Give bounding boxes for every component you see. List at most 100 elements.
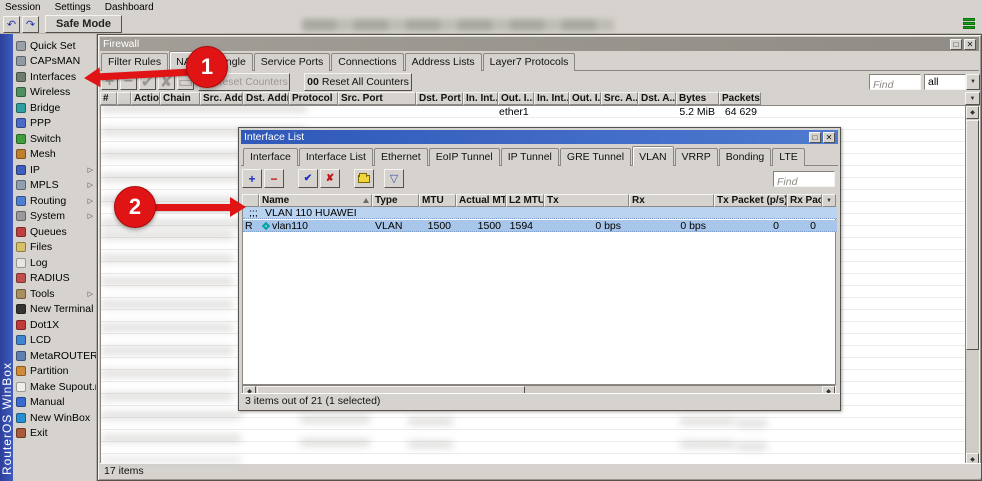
column-header-out-interface-list[interactable]: Out. I...	[569, 92, 601, 105]
column-header-bytes[interactable]: Bytes	[676, 92, 719, 105]
sidebar-item-metarouter[interactable]: MetaROUTER	[13, 348, 96, 364]
undo-button[interactable]: ↶	[3, 16, 20, 33]
firewall-titlebar[interactable]: Firewall □ ✕	[100, 37, 979, 51]
column-header-out-interface[interactable]: Out. I...	[498, 92, 534, 105]
sidebar-item-tools[interactable]: Tools▷	[13, 286, 96, 302]
column-header-packets[interactable]: Packets	[719, 92, 761, 105]
manual-icon	[16, 397, 26, 407]
sidebar-item-switch[interactable]: Switch	[13, 131, 96, 147]
fw-scrollbar-thumb[interactable]	[966, 120, 979, 350]
tab-eoip-tunnel[interactable]: EoIP Tunnel	[429, 148, 500, 166]
il-enable-button[interactable]: ✔	[298, 169, 318, 188]
firewall-window-title: Firewall	[103, 38, 139, 50]
vlan110-row[interactable]: R vlan110 VLAN 1500 1500 1594 0 bps 0 bp…	[243, 220, 837, 232]
il-add-button[interactable]: +	[242, 169, 262, 188]
tab-bonding[interactable]: Bonding	[719, 148, 772, 166]
il-disable-button[interactable]: ✘	[320, 169, 340, 188]
sidebar-item-files[interactable]: Files	[13, 240, 96, 256]
column-header-src-address[interactable]: Src. Address	[200, 92, 243, 105]
sidebar-item-partition[interactable]: Partition	[13, 364, 96, 380]
plus-icon: +	[248, 172, 255, 186]
routeros-winbox-brand: RouterOS WinBox	[0, 362, 13, 475]
interface-list-close-button[interactable]: ✕	[823, 132, 835, 143]
interface-list-restore-button[interactable]: □	[809, 132, 821, 143]
column-header-rx-packet[interactable]: Rx Pack	[787, 194, 822, 207]
column-header-tx[interactable]: Tx	[544, 194, 629, 207]
safe-mode-button[interactable]: Safe Mode	[45, 15, 122, 33]
fw-column-picker-button[interactable]: ▼	[965, 92, 980, 105]
scroll-up-icon[interactable]: ◆	[966, 106, 979, 119]
vlan-comment-row[interactable]: ;;; VLAN 110 HUAWEI	[243, 207, 837, 219]
il-comment-button[interactable]	[354, 169, 374, 188]
tab-gre-tunnel[interactable]: GRE Tunnel	[560, 148, 631, 166]
sidebar-item-radius[interactable]: RADIUS	[13, 271, 96, 287]
sidebar-item-make-supout[interactable]: Make Supout.rif	[13, 379, 96, 395]
sidebar-item-ppp[interactable]: PPP	[13, 116, 96, 132]
sidebar-item-mesh[interactable]: Mesh	[13, 147, 96, 163]
tab-layer7-protocols[interactable]: Layer7 Protocols	[483, 53, 576, 71]
tab-interface-list[interactable]: Interface List	[299, 148, 373, 166]
fw-find-input[interactable]	[870, 77, 920, 93]
menu-dashboard[interactable]: Dashboard	[105, 2, 154, 13]
tx-cell: 0 bps	[545, 220, 623, 232]
il-header-row: Name Type MTU Actual MTU L2 MTU Tx Rx Tx…	[242, 194, 836, 207]
sidebar-item-log[interactable]: Log	[13, 255, 96, 271]
column-header-actual-mtu[interactable]: Actual MTU	[456, 194, 506, 207]
sidebar-item-ip[interactable]: IP▷	[13, 162, 96, 178]
sidebar-item-routing[interactable]: Routing▷	[13, 193, 96, 209]
column-header-dst-address[interactable]: Dst. Address	[243, 92, 289, 105]
column-header-name[interactable]: Name	[259, 194, 372, 207]
column-header-tx-packet[interactable]: Tx Packet (p/s)	[714, 194, 787, 207]
column-header-l2-mtu[interactable]: L2 MTU	[506, 194, 544, 207]
il-list-body[interactable]: ;;; VLAN 110 HUAWEI R vlan110 VLAN 1500 …	[242, 207, 836, 385]
tab-vlan[interactable]: VLAN	[632, 146, 673, 166]
column-header-protocol[interactable]: Protocol	[289, 92, 338, 105]
il-column-picker-button[interactable]: ▼	[822, 194, 836, 207]
reset-all-counters-button[interactable]: 00Reset All Counters	[304, 73, 412, 91]
sidebar-item-new-terminal[interactable]: New Terminal	[13, 302, 96, 318]
menu-session[interactable]: Session	[5, 2, 41, 13]
sidebar-item-system[interactable]: System▷	[13, 209, 96, 225]
il-find-input[interactable]	[774, 174, 834, 190]
sidebar-item-manual[interactable]: Manual	[13, 395, 96, 411]
tab-address-lists[interactable]: Address Lists	[405, 53, 482, 71]
tab-ip-tunnel[interactable]: IP Tunnel	[501, 148, 559, 166]
il-filter-button[interactable]: ▽	[384, 169, 404, 188]
safe-mode-label: Safe Mode	[56, 18, 111, 30]
column-header-action[interactable]: Action	[131, 92, 160, 105]
fw-filter-dropdown-button[interactable]: ▼	[966, 74, 980, 90]
tab-connections[interactable]: Connections	[331, 53, 403, 71]
column-header-src-port[interactable]: Src. Port	[338, 92, 416, 105]
sidebar-item-exit[interactable]: Exit	[13, 426, 96, 442]
sidebar-item-quick-set[interactable]: Quick Set	[13, 38, 96, 54]
column-header-in-interface[interactable]: In. Int...	[463, 92, 498, 105]
sidebar-item-bridge[interactable]: Bridge	[13, 100, 96, 116]
column-header-dst-address-list[interactable]: Dst. A...	[638, 92, 676, 105]
menu-settings[interactable]: Settings	[55, 2, 91, 13]
fw-filter-select[interactable]: all	[924, 74, 966, 90]
tx-packet-cell: 0	[715, 220, 781, 232]
firewall-close-button[interactable]: ✕	[964, 39, 976, 50]
interface-list-titlebar[interactable]: Interface List □ ✕	[241, 130, 838, 144]
column-header-rx[interactable]: Rx	[629, 194, 714, 207]
column-header-src-address-list[interactable]: Src. A...	[601, 92, 638, 105]
tab-lte[interactable]: LTE	[772, 148, 804, 166]
tab-interface[interactable]: Interface	[243, 148, 298, 166]
tab-vrrp[interactable]: VRRP	[675, 148, 718, 166]
sidebar-item-queues[interactable]: Queues	[13, 224, 96, 240]
column-header-chain[interactable]: Chain	[160, 92, 200, 105]
column-header-dst-port[interactable]: Dst. Port	[416, 92, 463, 105]
column-header-type[interactable]: Type	[372, 194, 419, 207]
tab-service-ports[interactable]: Service Ports	[254, 53, 330, 71]
column-header-in-interface-list[interactable]: In. Int...	[534, 92, 569, 105]
sidebar-item-new-winbox[interactable]: New WinBox	[13, 410, 96, 426]
column-header-mtu[interactable]: MTU	[419, 194, 456, 207]
sidebar-item-dot1x[interactable]: Dot1X	[13, 317, 96, 333]
sidebar-item-lcd[interactable]: LCD	[13, 333, 96, 349]
fw-vertical-scrollbar[interactable]: ◆ ◆	[965, 105, 980, 467]
firewall-restore-button[interactable]: □	[950, 39, 962, 50]
tab-ethernet[interactable]: Ethernet	[374, 148, 428, 166]
il-remove-button[interactable]: −	[264, 169, 284, 188]
redo-button[interactable]: ↷	[22, 16, 39, 33]
sidebar-item-mpls[interactable]: MPLS▷	[13, 178, 96, 194]
